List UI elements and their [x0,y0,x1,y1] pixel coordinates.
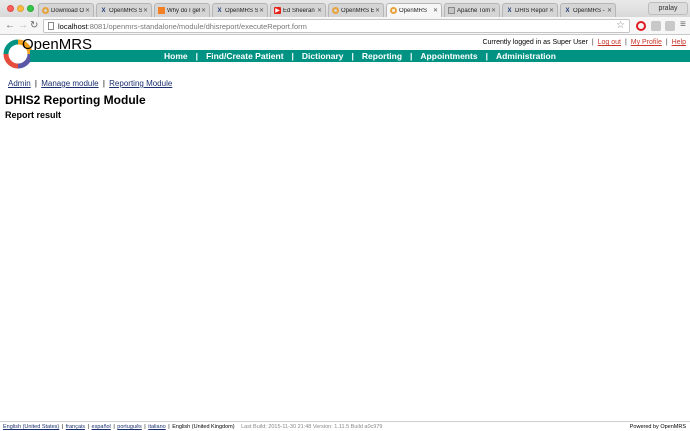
tab-label: OpenMRS Sta [109,7,142,14]
breadcrumb: Admin | Manage module | Reporting Module [8,79,172,88]
url-path: :8081/openmrs-standalone/module/dhisrepo… [87,21,307,31]
separator: | [61,424,64,430]
tab-label: OpenMRS [399,7,428,14]
close-icon[interactable]: ✕ [201,7,206,14]
page-title: DHIS2 Reporting Module [5,93,146,107]
close-icon[interactable]: ✕ [259,7,264,14]
build-info: Last Build: 2015-11-30 21:48 Version: 1.… [241,424,383,430]
browser-tab[interactable]: ▶ Ed Sheeran ✕ [270,3,326,17]
browser-tab[interactable]: Download Op ✕ [38,3,94,17]
separator: | [665,39,668,46]
x-icon: X [565,7,570,14]
nav-find-create-patient[interactable]: Find/Create Patient [198,51,291,61]
browser-tab[interactable]: Why do I get a ✕ [154,3,210,17]
close-icon[interactable]: ✕ [317,7,322,14]
breadcrumb-manage-module-link[interactable]: Manage module [41,79,98,88]
close-icon[interactable]: ✕ [549,7,554,14]
stackoverflow-icon [158,7,165,14]
separator: | [624,39,627,46]
nav-reporting[interactable]: Reporting [354,51,410,61]
back-arrow-icon[interactable]: ← [5,20,15,32]
close-icon[interactable]: ✕ [491,7,496,14]
lang-link-pt[interactable]: português [117,424,141,430]
separator: | [87,424,89,430]
menu-icon[interactable]: ≡ [680,20,686,30]
bookmark-star-icon[interactable]: ☆ [616,20,625,31]
close-window-icon[interactable] [7,5,14,12]
page-icon [48,22,54,30]
breadcrumb-admin-link[interactable]: Admin [8,79,31,88]
language-selector: English (United States) | français | esp… [3,424,382,430]
page-footer: English (United States) | français | esp… [0,421,690,431]
separator: | [34,79,37,88]
my-profile-link[interactable]: My Profile [631,39,662,46]
close-icon[interactable]: ✕ [375,7,380,14]
browser-tab[interactable]: Apache Tomca ✕ [444,3,500,17]
report-result-heading: Report result [5,110,62,120]
address-bar[interactable]: localhost:8081/openmrs-standalone/module… [43,19,630,33]
browser-tab[interactable]: X OpenMRS - D ✕ [560,3,616,17]
separator: | [168,424,170,430]
separator: | [591,39,594,46]
user-bar: Currently logged in as Super User | Log … [482,39,686,46]
close-icon[interactable]: ✕ [143,7,148,14]
browser-toolbar: ← → ↻ localhost:8081/openmrs-standalone/… [0,17,690,35]
browser-tab-strip: Download Op ✕ X OpenMRS Sta ✕ Why do I g… [38,3,628,17]
browser-tab-active[interactable]: OpenMRS ✕ [386,3,442,17]
nav-home[interactable]: Home [156,51,196,61]
maximize-window-icon[interactable] [27,5,34,12]
tab-label: Download Op [51,7,84,14]
openmrs-page: OpenMRS Currently logged in as Super Use… [0,36,690,421]
x-icon: X [101,7,106,14]
main-nav-bar: Home | Find/Create Patient | Dictionary … [30,50,690,62]
nav-appointments[interactable]: Appointments [412,51,485,61]
close-icon[interactable]: ✕ [607,7,612,14]
lang-link-fr[interactable]: français [66,424,85,430]
separator: | [144,424,146,430]
help-link[interactable]: Help [672,39,686,46]
close-icon[interactable]: ✕ [85,7,90,14]
youtube-icon: ▶ [274,7,281,14]
x-icon: X [507,7,512,14]
logged-in-text: Currently logged in as Super User [482,39,588,46]
close-icon[interactable]: ✕ [433,7,438,14]
url-host: localhost [58,21,88,31]
openmrs-icon [332,7,339,14]
tab-label: OpenMRS Sta [225,7,258,14]
browser-user-button[interactable]: pralay [648,2,688,15]
minimize-window-icon[interactable] [17,5,24,12]
x-icon: X [217,7,222,14]
nav-dictionary[interactable]: Dictionary [294,51,352,61]
openmrs-icon [42,7,49,14]
extension-icon[interactable] [665,21,675,31]
tab-label: Ed Sheeran [283,7,315,14]
logout-link[interactable]: Log out [598,39,621,46]
browser-tab[interactable]: X OpenMRS Sta ✕ [212,3,268,17]
tab-label: OpenMRS - D [573,7,606,14]
extension-icon[interactable] [651,21,661,31]
lang-link-en-us[interactable]: English (United States) [3,424,59,430]
separator: | [113,424,115,430]
openmrs-icon [390,7,397,14]
browser-tab[interactable]: X OpenMRS Sta ✕ [96,3,152,17]
nav-administration[interactable]: Administration [488,51,564,61]
separator: | [102,79,105,88]
powered-by-text: Powered by OpenMRS [629,424,686,430]
lang-link-es[interactable]: español [92,424,111,430]
tab-label: OpenMRS Ele [341,7,374,14]
tomcat-icon [448,7,455,14]
current-language: English (United Kingdom) [172,424,235,430]
tab-label: Why do I get a [167,7,200,14]
browser-titlebar: Download Op ✕ X OpenMRS Sta ✕ Why do I g… [0,0,690,17]
browser-tab[interactable]: X DHIS Report ✕ [502,3,558,17]
tab-label: Apache Tomca [457,7,490,14]
reload-icon[interactable]: ↻ [30,20,38,32]
opera-extension-icon[interactable] [636,21,646,31]
forward-arrow-icon[interactable]: → [18,20,28,32]
tab-label: DHIS Report [515,7,548,14]
browser-tab[interactable]: OpenMRS Ele ✕ [328,3,384,17]
breadcrumb-reporting-module-link[interactable]: Reporting Module [109,79,172,88]
lang-link-it[interactable]: italiano [148,424,165,430]
